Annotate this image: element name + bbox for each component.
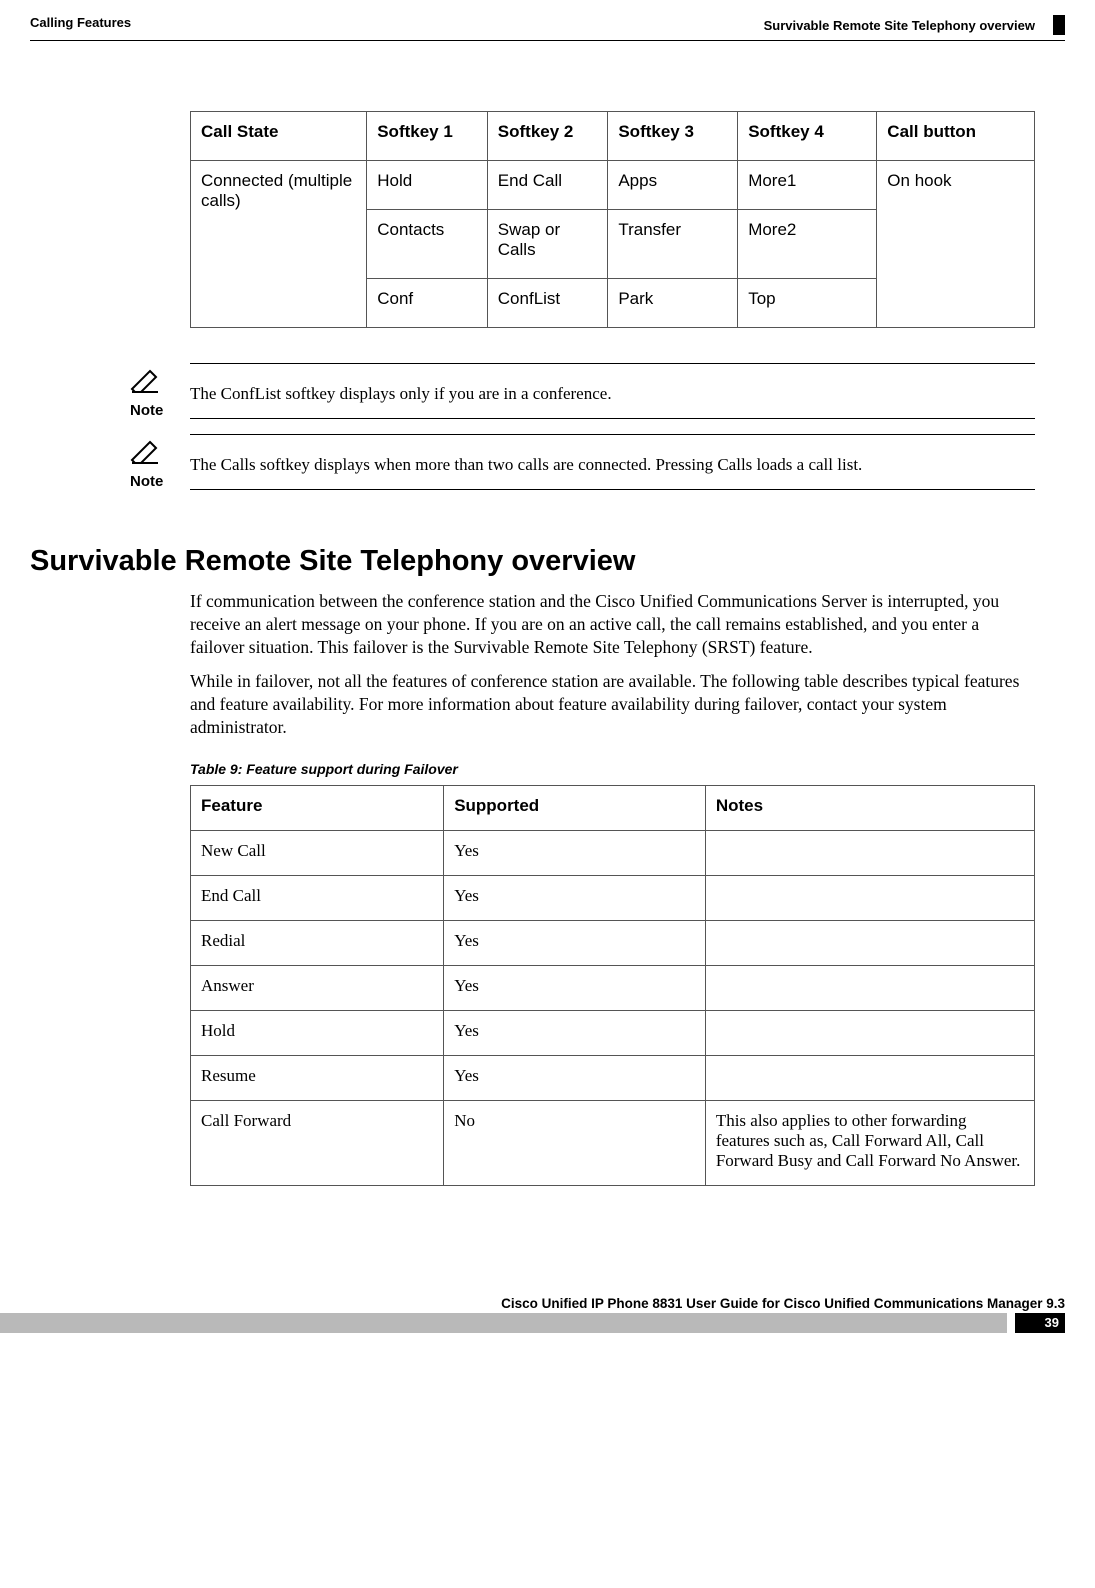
- cell: No: [444, 1100, 706, 1185]
- cell: [705, 1010, 1034, 1055]
- th-softkey3: Softkey 3: [608, 112, 738, 161]
- cell: [705, 830, 1034, 875]
- th-call-state: Call State: [191, 112, 367, 161]
- pencil-icon: [130, 367, 190, 398]
- cell: Yes: [444, 1010, 706, 1055]
- table-row: HoldYes: [191, 1010, 1035, 1055]
- table-row: End CallYes: [191, 875, 1035, 920]
- paragraph: While in failover, not all the features …: [190, 670, 1035, 738]
- softkey-table: Call State Softkey 1 Softkey 2 Softkey 3…: [190, 111, 1035, 328]
- note-block: Note The Calls softkey displays when mor…: [130, 434, 1035, 490]
- th-supported: Supported: [444, 785, 706, 830]
- footer-bar: [0, 1313, 1007, 1333]
- table-caption: Table 9: Feature support during Failover: [190, 761, 1035, 777]
- header-chapter: Calling Features: [30, 15, 131, 30]
- header-topic: Survivable Remote Site Telephony overvie…: [764, 18, 1035, 33]
- th-notes: Notes: [705, 785, 1034, 830]
- cell: Park: [608, 279, 738, 328]
- cell-call-state: Connected (multiple calls): [191, 161, 367, 328]
- page-header: Calling Features Survivable Remote Site …: [30, 15, 1065, 35]
- note-text: The ConfList softkey displays only if yo…: [190, 363, 1035, 419]
- cell: Conf: [367, 279, 488, 328]
- cell: [705, 920, 1034, 965]
- header-rule: [30, 40, 1065, 41]
- table-row: ResumeYes: [191, 1055, 1035, 1100]
- pencil-icon: [130, 438, 190, 469]
- table-header-row: Call State Softkey 1 Softkey 2 Softkey 3…: [191, 112, 1035, 161]
- cell: Apps: [608, 161, 738, 210]
- table-row: AnswerYes: [191, 965, 1035, 1010]
- cell: End Call: [191, 875, 444, 920]
- table-header-row: Feature Supported Notes: [191, 785, 1035, 830]
- th-softkey1: Softkey 1: [367, 112, 488, 161]
- cell: Top: [738, 279, 877, 328]
- table-row: Call ForwardNoThis also applies to other…: [191, 1100, 1035, 1185]
- cell: End Call: [487, 161, 608, 210]
- page-number: 39: [1015, 1313, 1065, 1333]
- header-marker-icon: [1053, 15, 1065, 35]
- section-title: Survivable Remote Site Telephony overvie…: [30, 545, 1065, 578]
- table-row: New CallYes: [191, 830, 1035, 875]
- cell: This also applies to other forwarding fe…: [705, 1100, 1034, 1185]
- cell: Answer: [191, 965, 444, 1010]
- cell: Yes: [444, 875, 706, 920]
- cell: Yes: [444, 830, 706, 875]
- cell: [705, 1055, 1034, 1100]
- th-call-button: Call button: [877, 112, 1035, 161]
- note-text: The Calls softkey displays when more tha…: [190, 434, 1035, 490]
- cell: More2: [738, 210, 877, 279]
- cell: Hold: [191, 1010, 444, 1055]
- note-block: Note The ConfList softkey displays only …: [130, 363, 1035, 419]
- table-row: Connected (multiple calls) Hold End Call…: [191, 161, 1035, 210]
- cell: [705, 965, 1034, 1010]
- cell: Yes: [444, 965, 706, 1010]
- feature-table: Feature Supported Notes New CallYesEnd C…: [190, 785, 1035, 1186]
- cell: Contacts: [367, 210, 488, 279]
- cell: ConfList: [487, 279, 608, 328]
- footer-title: Cisco Unified IP Phone 8831 User Guide f…: [0, 1296, 1095, 1311]
- note-label: Note: [130, 473, 190, 490]
- page-footer: Cisco Unified IP Phone 8831 User Guide f…: [0, 1296, 1095, 1333]
- cell: New Call: [191, 830, 444, 875]
- cell: Redial: [191, 920, 444, 965]
- cell-call-button: On hook: [877, 161, 1035, 328]
- cell: Resume: [191, 1055, 444, 1100]
- th-feature: Feature: [191, 785, 444, 830]
- cell: Call Forward: [191, 1100, 444, 1185]
- cell: Swap or Calls: [487, 210, 608, 279]
- cell: Hold: [367, 161, 488, 210]
- paragraph: If communication between the conference …: [190, 590, 1035, 658]
- th-softkey4: Softkey 4: [738, 112, 877, 161]
- cell: [705, 875, 1034, 920]
- cell: More1: [738, 161, 877, 210]
- cell: Yes: [444, 1055, 706, 1100]
- note-label: Note: [130, 402, 190, 419]
- th-softkey2: Softkey 2: [487, 112, 608, 161]
- table-row: RedialYes: [191, 920, 1035, 965]
- cell: Transfer: [608, 210, 738, 279]
- cell: Yes: [444, 920, 706, 965]
